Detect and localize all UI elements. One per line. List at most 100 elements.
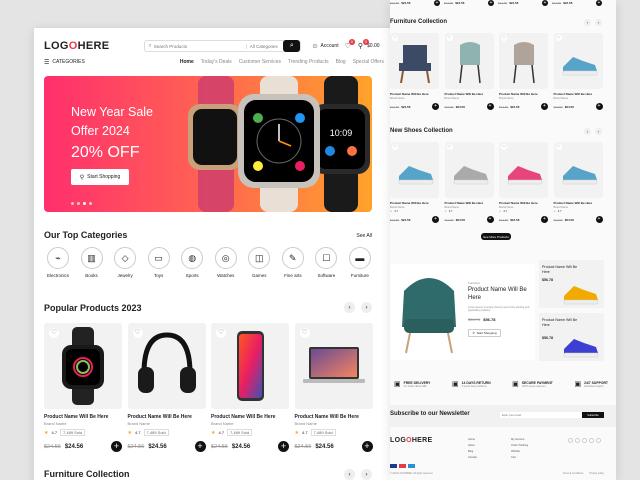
- account-label: Account: [320, 43, 339, 49]
- product-card[interactable]: ♡ Product Name Will Be Here Brand Name ★ 4.7…: [294, 323, 373, 452]
- category-item[interactable]: ✎ Fine arts: [279, 247, 307, 278]
- slide-dot[interactable]: [89, 202, 92, 205]
- start-shopping-button[interactable]: ⚲ Start Shopping: [71, 169, 129, 185]
- add-to-cart-button[interactable]: +: [596, 0, 602, 6]
- add-to-cart-button[interactable]: +: [595, 216, 603, 223]
- product-name[interactable]: Product Name Will Be Here: [44, 414, 122, 420]
- nav-trending[interactable]: Trending Products: [288, 59, 329, 65]
- logo[interactable]: LOGOHERE: [44, 40, 109, 52]
- product-card[interactable]: ♡ Product Name Will Be Here Brand Name $24.…: [444, 33, 494, 110]
- category-item[interactable]: ▬ Furniture: [346, 247, 374, 278]
- product-name[interactable]: Product Name Will Be Here: [445, 92, 494, 96]
- category-item[interactable]: ◍ Sports: [178, 247, 206, 278]
- promo-shop-button[interactable]: ⚲ Start Shopping: [468, 329, 501, 337]
- product-name[interactable]: Product Name Will Be Here: [295, 414, 373, 420]
- promo-side-card[interactable]: Product Name Will Be Here $56.78: [539, 260, 604, 308]
- shoes-nav: ‹ ›: [584, 128, 602, 135]
- nav-todays-deals[interactable]: Today's Deals: [201, 59, 232, 65]
- category-label: Software: [317, 273, 336, 278]
- newsletter-email-input[interactable]: [500, 413, 570, 417]
- add-to-cart-button[interactable]: +: [542, 0, 548, 6]
- linkedin-icon[interactable]: [596, 438, 601, 443]
- product-name[interactable]: Product Name Will Be Here: [499, 201, 548, 205]
- nav-special-offers[interactable]: Special Offers: [353, 59, 384, 65]
- category-item[interactable]: ▭ Toys: [145, 247, 173, 278]
- product-name[interactable]: Product Name Will Be Here: [445, 201, 494, 205]
- old-price: $24.56: [390, 1, 400, 5]
- add-to-cart-button[interactable]: +: [434, 0, 440, 6]
- add-to-cart-button[interactable]: +: [595, 103, 603, 110]
- product-card[interactable]: ♡ Product Name Will Be Here Brand Name ★ 4.7…: [211, 323, 289, 452]
- add-to-cart-button[interactable]: +: [278, 441, 289, 452]
- add-to-cart-button[interactable]: +: [486, 216, 494, 223]
- category-item[interactable]: ⌁ Electronics: [44, 247, 72, 278]
- product-name[interactable]: Product Name Will Be Here: [390, 201, 439, 205]
- next-arrow[interactable]: ›: [361, 302, 372, 313]
- top-price-row: $24.56 $24.56 + $24.56 $24.56 + $24.56 $24.56 + $…: [390, 0, 616, 6]
- search-input[interactable]: [153, 43, 246, 49]
- slide-dot[interactable]: [83, 202, 86, 205]
- product-card[interactable]: ♡ Product Name Will Be Here Brand Name ★ 4.7…: [553, 142, 603, 223]
- add-to-cart-button[interactable]: +: [432, 103, 439, 110]
- product-name[interactable]: Product Name Will Be Here: [554, 92, 603, 96]
- product-name[interactable]: Product Name Will Be Here: [554, 201, 603, 205]
- add-to-cart-button[interactable]: +: [486, 103, 494, 110]
- product-card[interactable]: ♡ Product Name Will Be Here Brand Name $24.…: [390, 33, 439, 110]
- product-card[interactable]: ♡ Product Name Will Be Here Brand Name ★ 4.7…: [390, 142, 439, 223]
- facebook-icon[interactable]: [568, 438, 573, 443]
- nav-home[interactable]: Home: [180, 59, 194, 65]
- twitter-icon[interactable]: [575, 438, 580, 443]
- categories-menu[interactable]: ☰ CATEGORIES: [44, 59, 85, 66]
- product-name[interactable]: Product Name Will Be Here: [211, 414, 289, 420]
- footer-link[interactable]: Cart: [511, 455, 528, 461]
- nav-customer-services[interactable]: Customer Services: [239, 59, 281, 65]
- product-card[interactable]: ♡ Product Name Will Be Here Brand Name ★ 4.7…: [444, 142, 494, 223]
- terms-link[interactable]: Terms & Conditions: [563, 472, 584, 475]
- prev-arrow[interactable]: ‹: [584, 19, 591, 26]
- cart-button[interactable]: ⚲ 0 $0.00: [358, 39, 380, 50]
- category-item[interactable]: ▥ Books: [78, 247, 106, 278]
- category-item[interactable]: ◎ Watches: [212, 247, 240, 278]
- product-card[interactable]: ♡ Product Name Will Be Here Brand Name $24.…: [553, 33, 603, 110]
- current-price: $24.56: [510, 217, 520, 222]
- next-arrow[interactable]: ›: [595, 128, 602, 135]
- product-name[interactable]: Product Name Will Be Here: [499, 92, 548, 96]
- add-to-cart-button[interactable]: +: [541, 216, 548, 223]
- add-to-cart-button[interactable]: +: [541, 103, 548, 110]
- add-to-cart-button[interactable]: +: [194, 441, 206, 452]
- see-more-button[interactable]: See More Products: [481, 233, 511, 240]
- footer-logo[interactable]: LOGOHERE: [390, 437, 432, 444]
- subscribe-button[interactable]: Subscribe: [582, 412, 604, 418]
- youtube-icon[interactable]: [589, 438, 594, 443]
- product-name[interactable]: Product Name Will Be Here: [390, 92, 439, 96]
- add-to-cart-button[interactable]: +: [432, 216, 439, 223]
- slide-dot[interactable]: [77, 202, 80, 205]
- category-item[interactable]: ◫ Games: [245, 247, 273, 278]
- prev-arrow[interactable]: ‹: [344, 469, 355, 480]
- product-card[interactable]: ♡ Product Name Will Be Here Brand Name $24.…: [499, 33, 548, 110]
- product-card[interactable]: ♡ Product Name Will Be Here Brand Name ★ 4.7…: [127, 323, 206, 452]
- product-name[interactable]: Product Name Will Be Here: [128, 414, 206, 420]
- privacy-link[interactable]: Privacy policy: [589, 472, 604, 475]
- add-to-cart-button[interactable]: +: [488, 0, 494, 6]
- search-button[interactable]: ⌕: [283, 40, 301, 52]
- see-all-link[interactable]: See All: [356, 233, 372, 239]
- footer-link[interactable]: Contact: [468, 455, 477, 461]
- prev-arrow[interactable]: ‹: [344, 302, 355, 313]
- instagram-icon[interactable]: [582, 438, 587, 443]
- promo-side-card[interactable]: Product Name Will Be Here $56.78: [539, 313, 604, 361]
- next-arrow[interactable]: ›: [361, 469, 372, 480]
- category-select[interactable]: All Categories: [245, 43, 280, 49]
- category-item[interactable]: ◇ Jewelry: [111, 247, 139, 278]
- product-card[interactable]: ♡ Product Name Will Be Here Brand Name ★ 4.7…: [499, 142, 548, 223]
- slide-dot[interactable]: [71, 202, 74, 205]
- prev-arrow[interactable]: ‹: [584, 128, 591, 135]
- add-to-cart-button[interactable]: +: [111, 441, 122, 452]
- nav-blog[interactable]: Blog: [336, 59, 346, 65]
- category-item[interactable]: ☐ Software: [312, 247, 340, 278]
- add-to-cart-button[interactable]: +: [361, 441, 373, 452]
- account-link[interactable]: ☺ Account: [311, 43, 338, 50]
- wishlist-button[interactable]: ♡ 0: [345, 39, 355, 50]
- product-card[interactable]: ♡ Product Name Will Be Here Brand Name ★ 4.7…: [44, 323, 122, 452]
- next-arrow[interactable]: ›: [595, 19, 602, 26]
